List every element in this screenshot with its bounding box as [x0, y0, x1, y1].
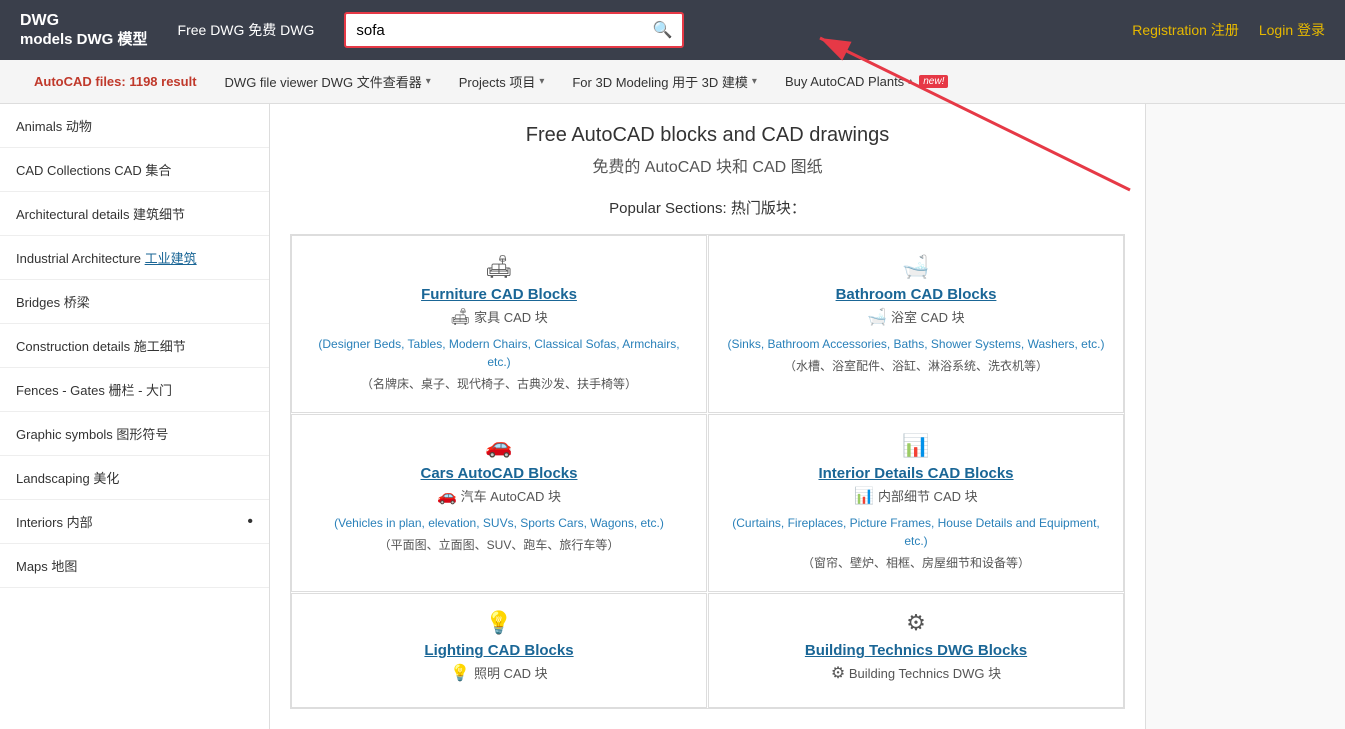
content-title: Free AutoCAD blocks and CAD drawings	[290, 124, 1125, 147]
section-bathroom: 🛁 Bathroom CAD Blocks 🛁 浴室 CAD 块 (Sinks,…	[708, 235, 1124, 413]
cars-icon: 🚗	[308, 433, 690, 459]
free-dwg-label: Free DWG 免费 DWG	[178, 20, 315, 40]
building-title-cn: ⚙ Building Technics DWG 块	[725, 663, 1107, 683]
interior-title-cn: 📊 内部细节 CAD 块	[725, 486, 1107, 506]
nav-dwg-viewer[interactable]: DWG file viewer DWG 文件查看器 ▾	[211, 60, 445, 103]
search-button[interactable]: 🔍	[642, 14, 682, 46]
section-cars: 🚗 Cars AutoCAD Blocks 🚗 汽车 AutoCAD 块 (Ve…	[291, 414, 707, 592]
sidebar-item-bridges[interactable]: Bridges 桥梁	[0, 280, 269, 324]
auth-links: Registration 注册 Login 登录	[1132, 20, 1325, 40]
search-box: 🔍	[344, 12, 684, 48]
bathroom-desc: (Sinks, Bathroom Accessories, Baths, Sho…	[725, 335, 1107, 353]
nav-autocad-files[interactable]: AutoCAD files: 1198 result	[20, 62, 211, 101]
chevron-down-icon: ▴	[908, 76, 913, 87]
nav-projects[interactable]: Projects 项目 ▾	[445, 60, 559, 103]
search-input[interactable]	[346, 16, 642, 45]
popular-label: Popular Sections: 热门版块：	[290, 197, 1125, 218]
interior-icon: 📊	[725, 433, 1107, 459]
new-badge: new!	[919, 75, 948, 88]
navbar: AutoCAD files: 1198 result DWG file view…	[0, 60, 1345, 104]
furniture-title-cn: 🛋 家具 CAD 块	[308, 307, 690, 327]
furniture-desc: (Designer Beds, Tables, Modern Chairs, C…	[308, 335, 690, 371]
content-subtitle: 免费的 AutoCAD 块和 CAD 图纸	[290, 153, 1125, 177]
section-lighting: 💡 Lighting CAD Blocks 💡 照明 CAD 块	[291, 593, 707, 708]
lighting-title-cn: 💡 照明 CAD 块	[308, 663, 690, 683]
logo-text: DWG models DWG 模型	[20, 11, 148, 48]
interior-desc: (Curtains, Fireplaces, Picture Frames, H…	[725, 514, 1107, 550]
section-interior: 📊 Interior Details CAD Blocks 📊 内部细节 CAD…	[708, 414, 1124, 592]
nav-buy-plants[interactable]: Buy AutoCAD Plants ▴ new!	[771, 62, 962, 101]
sidebar-item-construction-details[interactable]: Construction details 施工细节	[0, 324, 269, 368]
main-content: Free AutoCAD blocks and CAD drawings 免费的…	[270, 104, 1145, 729]
sidebar-item-maps[interactable]: Maps 地图	[0, 544, 269, 588]
sidebar-item-graphic-symbols[interactable]: Graphic symbols 图形符号	[0, 412, 269, 456]
interior-title[interactable]: Interior Details CAD Blocks	[725, 465, 1107, 482]
bathroom-title-cn: 🛁 浴室 CAD 块	[725, 307, 1107, 327]
sections-grid: 🛋 Furniture CAD Blocks 🛋 家具 CAD 块 (Desig…	[290, 234, 1125, 709]
building-title[interactable]: Building Technics DWG Blocks	[725, 642, 1107, 659]
interior-desc-cn: （窗帘、壁炉、相框、房屋细节和设备等）	[725, 554, 1107, 573]
furniture-desc-cn: （名牌床、桌子、现代椅子、古典沙发、扶手椅等）	[308, 375, 690, 394]
logo: DWG models DWG 模型	[20, 11, 148, 48]
dot-icon: •	[247, 513, 253, 531]
furniture-title[interactable]: Furniture CAD Blocks	[308, 286, 690, 303]
building-icon: ⚙	[725, 610, 1107, 636]
sidebar-item-animals[interactable]: Animals 动物	[0, 104, 269, 148]
cars-title-cn: 🚗 汽车 AutoCAD 块	[308, 486, 690, 506]
sidebar-item-interiors[interactable]: Interiors 内部 •	[0, 500, 269, 544]
section-furniture: 🛋 Furniture CAD Blocks 🛋 家具 CAD 块 (Desig…	[291, 235, 707, 413]
cars-desc: (Vehicles in plan, elevation, SUVs, Spor…	[308, 514, 690, 532]
sidebar-item-landscaping[interactable]: Landscaping 美化	[0, 456, 269, 500]
bathroom-title[interactable]: Bathroom CAD Blocks	[725, 286, 1107, 303]
lighting-icon: 💡	[308, 610, 690, 636]
nav-3d-modeling[interactable]: For 3D Modeling 用于 3D 建模 ▾	[558, 60, 771, 103]
login-link[interactable]: Login 登录	[1259, 20, 1325, 40]
right-sidebar	[1145, 104, 1345, 729]
bathroom-desc-cn: （水槽、浴室配件、浴缸、淋浴系统、洗衣机等）	[725, 357, 1107, 376]
header: DWG models DWG 模型 Free DWG 免费 DWG 🔍 Regi…	[0, 0, 1345, 60]
sidebar-item-architectural-details[interactable]: Architectural details 建筑细节	[0, 192, 269, 236]
main-layout: Animals 动物 CAD Collections CAD 集合 Archit…	[0, 104, 1345, 729]
furniture-icon: 🛋	[308, 254, 690, 280]
sidebar: Animals 动物 CAD Collections CAD 集合 Archit…	[0, 104, 270, 729]
section-building-technics: ⚙ Building Technics DWG Blocks ⚙ Buildin…	[708, 593, 1124, 708]
lighting-title[interactable]: Lighting CAD Blocks	[308, 642, 690, 659]
chevron-down-icon: ▾	[752, 76, 757, 87]
sidebar-item-industrial-architecture[interactable]: Industrial Architecture 工业建筑	[0, 236, 269, 280]
chevron-down-icon: ▾	[539, 76, 544, 87]
registration-link[interactable]: Registration 注册	[1132, 20, 1239, 40]
cars-desc-cn: （平面图、立面图、SUV、跑车、旅行车等）	[308, 536, 690, 555]
sidebar-item-fences-gates[interactable]: Fences - Gates 栅栏 - 大门	[0, 368, 269, 412]
sidebar-item-cad-collections[interactable]: CAD Collections CAD 集合	[0, 148, 269, 192]
cars-title[interactable]: Cars AutoCAD Blocks	[308, 465, 690, 482]
chevron-down-icon: ▾	[426, 76, 431, 87]
bathroom-icon: 🛁	[725, 254, 1107, 280]
